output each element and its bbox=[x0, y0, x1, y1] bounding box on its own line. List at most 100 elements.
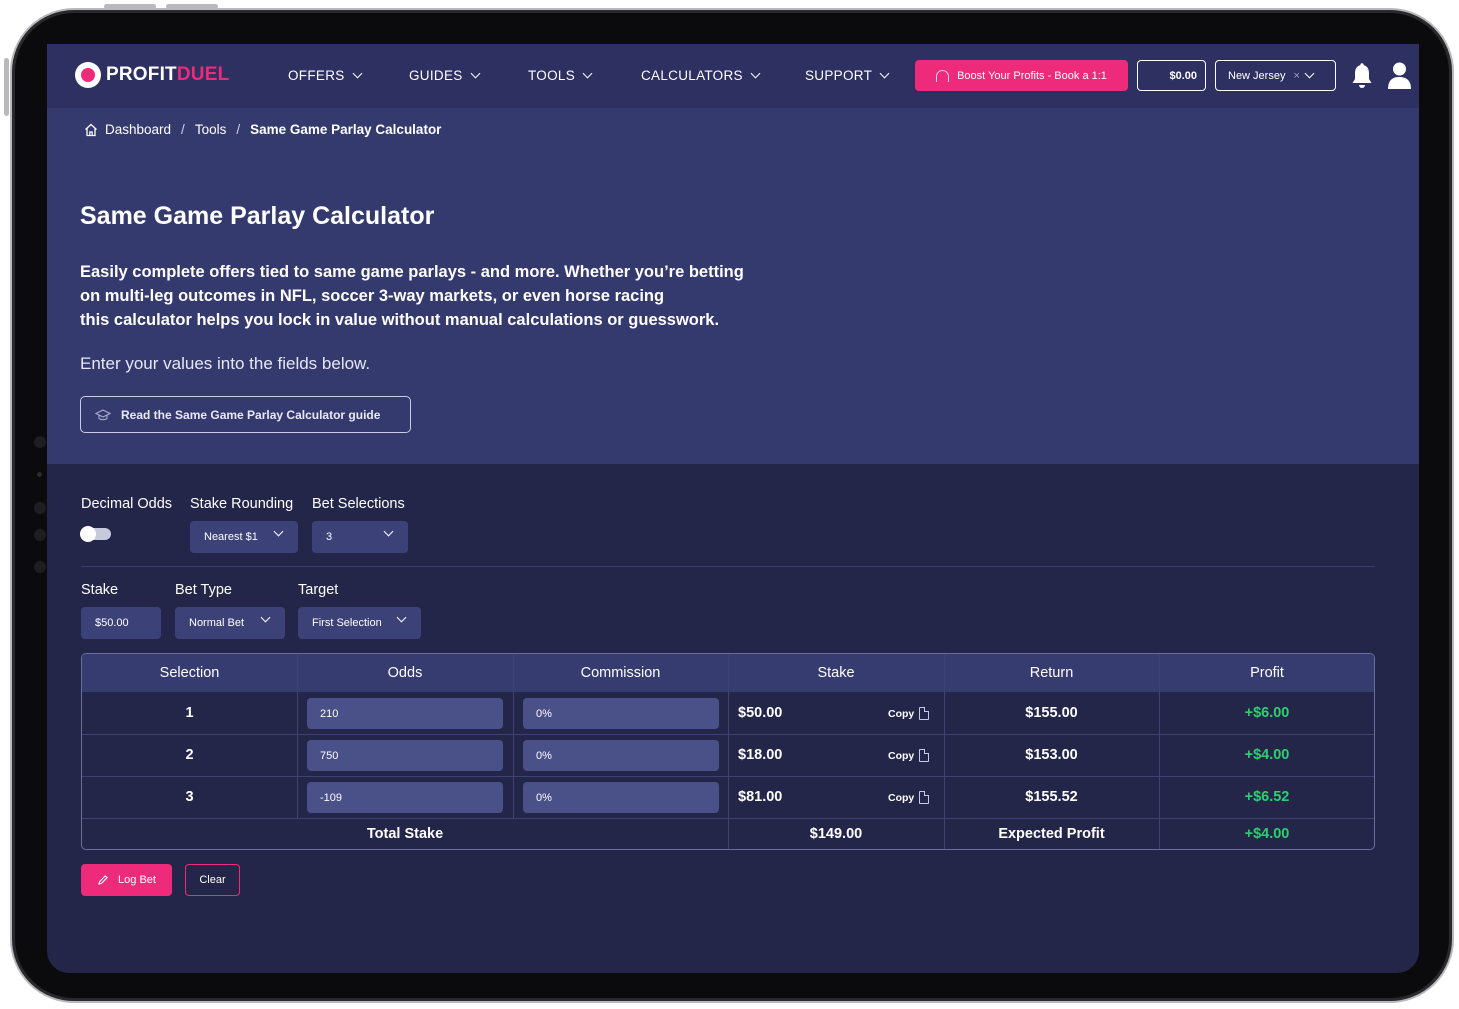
logo-mark-icon bbox=[75, 62, 101, 88]
row-3-stake: $81.00 bbox=[738, 789, 783, 805]
parlay-table: Selection Odds Commission Stake Return P… bbox=[81, 653, 1375, 850]
chevron-down-icon bbox=[750, 68, 761, 79]
chevron-down-icon bbox=[352, 68, 363, 79]
bet-type-select[interactable]: Normal Bet bbox=[175, 607, 285, 639]
bet-selections-label: Bet Selections bbox=[312, 496, 405, 512]
breadcrumb-separator: / bbox=[181, 122, 185, 137]
logo-text: PROFITDUEL bbox=[106, 64, 230, 85]
boost-profits-button[interactable]: Boost Your Profits - Book a 1:1 bbox=[915, 60, 1128, 91]
chevron-down-icon bbox=[1304, 68, 1315, 79]
header-selection: Selection bbox=[159, 665, 220, 681]
row-1-selection: 1 bbox=[185, 705, 194, 721]
state-value: New Jersey bbox=[1228, 69, 1286, 82]
row-2-commission-input[interactable]: 0% bbox=[523, 740, 719, 771]
description-line: this calculator helps you lock in value … bbox=[80, 311, 720, 329]
page-title: Same Game Parlay Calculator bbox=[80, 202, 435, 230]
stake-input[interactable]: $50.00 bbox=[81, 607, 161, 639]
user-icon[interactable] bbox=[1387, 62, 1412, 89]
clear-state-icon[interactable]: × bbox=[1293, 70, 1299, 82]
description-line: on multi-leg outcomes in NFL, soccer 3-w… bbox=[80, 287, 665, 305]
calculator-section: Decimal Odds Stake Rounding Nearest $1 B… bbox=[47, 464, 1419, 973]
device-button bbox=[4, 58, 9, 116]
device-sensor bbox=[34, 529, 46, 541]
header-commission: Commission bbox=[580, 665, 661, 681]
bet-selections-select[interactable]: 3 bbox=[312, 521, 408, 553]
copy-label: Copy bbox=[888, 749, 915, 762]
chevron-down-icon bbox=[582, 68, 593, 79]
copy-icon bbox=[919, 707, 930, 720]
breadcrumb: Dashboard / Tools / Same Game Parlay Cal… bbox=[84, 122, 441, 137]
state-select[interactable]: New Jersey × bbox=[1215, 60, 1336, 91]
home-icon bbox=[85, 123, 97, 136]
row-1-return: $155.00 bbox=[1025, 705, 1078, 721]
row-1-copy-button[interactable]: Copy bbox=[888, 707, 930, 720]
chevron-down-icon bbox=[273, 526, 284, 537]
stake-rounding-label: Stake Rounding bbox=[190, 496, 294, 512]
log-bet-label: Log Bet bbox=[118, 874, 156, 886]
boost-profits-label: Boost Your Profits - Book a 1:1 bbox=[957, 69, 1107, 82]
read-guide-label: Read the Same Game Parlay Calculator gui… bbox=[121, 407, 381, 422]
row-2-odds-input[interactable]: 750 bbox=[307, 740, 503, 771]
profitduel-logo[interactable]: PROFITDUEL bbox=[75, 62, 229, 88]
breadcrumb-dashboard[interactable]: Dashboard bbox=[105, 122, 171, 137]
description-line: Easily complete offers tied to same game… bbox=[80, 263, 744, 281]
stake-rounding-value: Nearest $1 bbox=[204, 531, 258, 543]
nav-guides[interactable]: GUIDES bbox=[409, 68, 481, 83]
copy-icon bbox=[919, 791, 930, 804]
stake-rounding-select[interactable]: Nearest $1 bbox=[190, 521, 298, 553]
device-sensor bbox=[34, 561, 46, 573]
device-sensor-small bbox=[37, 472, 42, 477]
row-2-copy-button[interactable]: Copy bbox=[888, 749, 930, 762]
stake-label: Stake bbox=[81, 582, 119, 598]
device-button bbox=[104, 4, 156, 9]
target-label: Target bbox=[298, 582, 339, 598]
nav-tools[interactable]: TOOLS bbox=[528, 68, 593, 83]
top-navbar: PROFITDUEL OFFERS GUIDES TOOLS CALCULATO… bbox=[47, 44, 1419, 108]
bet-type-value: Normal Bet bbox=[189, 617, 245, 629]
row-2-profit: +$4.00 bbox=[1244, 747, 1290, 763]
breadcrumb-separator: / bbox=[236, 122, 241, 137]
section-divider bbox=[81, 566, 1375, 567]
nav-offers[interactable]: OFFERS bbox=[288, 68, 363, 83]
nav-calculators[interactable]: CALCULATORS bbox=[641, 68, 761, 83]
row-3-profit: +$6.52 bbox=[1244, 789, 1290, 805]
breadcrumb-current: Same Game Parlay Calculator bbox=[250, 122, 442, 137]
decimal-odds-toggle[interactable] bbox=[80, 526, 111, 542]
row-3-commission-input[interactable]: 0% bbox=[523, 782, 719, 813]
chevron-down-icon bbox=[879, 68, 890, 79]
copy-label: Copy bbox=[888, 791, 915, 804]
app-screen: PROFITDUEL OFFERS GUIDES TOOLS CALCULATO… bbox=[47, 44, 1419, 973]
copy-icon bbox=[919, 749, 930, 762]
bet-selections-value: 3 bbox=[326, 531, 333, 543]
log-bet-button[interactable]: Log Bet bbox=[81, 864, 172, 896]
decimal-odds-label: Decimal Odds bbox=[81, 496, 173, 512]
header-stake: Stake bbox=[817, 665, 855, 681]
graduation-cap-icon bbox=[95, 408, 111, 420]
read-guide-button[interactable]: Read the Same Game Parlay Calculator gui… bbox=[80, 396, 411, 433]
row-2-selection: 2 bbox=[185, 747, 194, 763]
clear-button[interactable]: Clear bbox=[185, 864, 240, 896]
header-profit: Profit bbox=[1250, 665, 1284, 681]
device-sensor bbox=[34, 436, 46, 448]
column-divider bbox=[513, 654, 514, 818]
row-2-return: $153.00 bbox=[1025, 747, 1078, 763]
bell-icon[interactable] bbox=[1351, 63, 1373, 89]
breadcrumb-tools[interactable]: Tools bbox=[195, 122, 227, 137]
row-3-odds-input[interactable]: -109 bbox=[307, 782, 503, 813]
expected-profit-value: +$4.00 bbox=[1244, 826, 1290, 842]
page-subtitle: Enter your values into the fields below. bbox=[80, 354, 371, 373]
header-odds: Odds bbox=[387, 665, 423, 681]
expected-profit-label: Expected Profit bbox=[998, 826, 1105, 842]
row-1-odds-input[interactable]: 210 bbox=[307, 698, 503, 729]
chevron-down-icon bbox=[383, 526, 394, 537]
page-description: Easily complete offers tied to same game… bbox=[80, 260, 840, 332]
total-stake-value: $149.00 bbox=[809, 826, 863, 842]
bet-type-label: Bet Type bbox=[175, 582, 232, 598]
nav-support[interactable]: SUPPORT bbox=[805, 68, 890, 83]
target-select[interactable]: First Selection bbox=[298, 607, 421, 639]
row-1-commission-input[interactable]: 0% bbox=[523, 698, 719, 729]
copy-label: Copy bbox=[888, 707, 915, 720]
chevron-down-icon bbox=[396, 612, 407, 623]
row-3-copy-button[interactable]: Copy bbox=[888, 791, 930, 804]
balance-display[interactable]: $0.00 bbox=[1137, 60, 1206, 91]
